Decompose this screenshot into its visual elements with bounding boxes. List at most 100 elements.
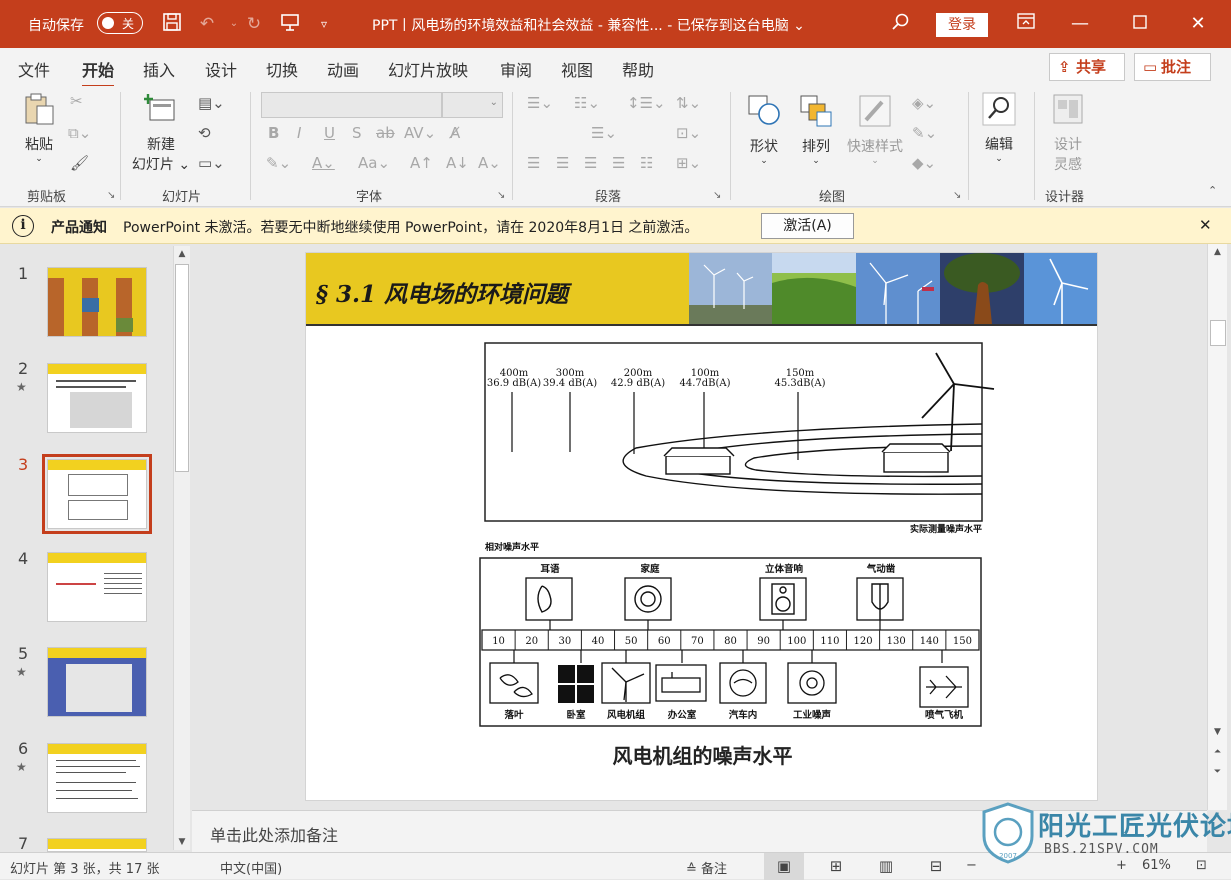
menu-review[interactable]: 审阅 bbox=[500, 57, 532, 81]
close-icon[interactable]: ✕ bbox=[1184, 10, 1212, 38]
shapes-button[interactable]: 形状 ⌄ bbox=[744, 94, 784, 166]
align-center-icon[interactable]: ☰ bbox=[556, 154, 569, 172]
reset-slide-icon[interactable]: ⟲ bbox=[198, 124, 211, 142]
menu-file[interactable]: 文件 bbox=[18, 57, 50, 81]
slide-thumbnail-4[interactable] bbox=[47, 552, 147, 622]
share-button[interactable]: ⇪ 共享 bbox=[1049, 53, 1125, 81]
menu-home[interactable]: 开始 bbox=[82, 57, 115, 88]
paragraph-launcher-icon[interactable]: ↘ bbox=[713, 190, 721, 201]
slide-canvas[interactable]: § 3.1 风电场的环境问题 400m 36.9 dB(A) 300m 39.4… bbox=[305, 252, 1098, 801]
save-icon[interactable] bbox=[160, 12, 184, 36]
previous-slide-icon[interactable]: ⏶ bbox=[1208, 744, 1227, 760]
scrollbar-thumb[interactable] bbox=[175, 264, 189, 472]
menu-view[interactable]: 视图 bbox=[561, 57, 593, 81]
underline-icon[interactable]: U bbox=[324, 124, 335, 142]
font-color-icon[interactable]: A⌄ bbox=[312, 154, 335, 172]
highlight-icon[interactable]: ✎⌄ bbox=[266, 154, 291, 172]
paste-button[interactable]: 粘贴 ⌄ bbox=[18, 92, 60, 164]
zoom-out-icon[interactable]: − bbox=[966, 858, 977, 873]
distribute-icon[interactable]: ☷ bbox=[640, 154, 653, 172]
shape-fill-icon[interactable]: ◈⌄ bbox=[912, 94, 936, 112]
redo-icon[interactable]: ↻ bbox=[242, 12, 266, 36]
shape-outline-icon[interactable]: ✎⌄ bbox=[912, 124, 937, 142]
ribbon-display-icon[interactable] bbox=[1012, 10, 1040, 38]
bullets-icon[interactable]: ☰⌄ bbox=[527, 94, 553, 112]
minimize-icon[interactable]: — bbox=[1066, 10, 1094, 38]
menu-insert[interactable]: 插入 bbox=[143, 57, 175, 81]
align-left-icon[interactable]: ☰ bbox=[527, 154, 540, 172]
scrollbar-thumb[interactable] bbox=[1210, 320, 1226, 346]
normal-view-icon[interactable]: ▣ bbox=[764, 853, 804, 880]
present-icon[interactable] bbox=[278, 12, 302, 36]
scroll-down-icon[interactable]: ▼ bbox=[174, 834, 190, 850]
scroll-up-icon[interactable]: ▲ bbox=[1208, 244, 1227, 260]
bold-icon[interactable]: B bbox=[268, 124, 279, 142]
text-direction-icon[interactable]: ⇅⌄ bbox=[676, 94, 701, 112]
reading-view-icon[interactable]: ▥ bbox=[866, 853, 906, 880]
slide-title[interactable]: § 3.1 风电场的环境问题 bbox=[316, 275, 568, 309]
drawing-launcher-icon[interactable]: ↘ bbox=[953, 190, 961, 201]
strikethrough-icon[interactable]: ab bbox=[376, 124, 395, 142]
quick-styles-button[interactable]: 快速样式 ⌄ bbox=[844, 94, 906, 166]
shape-effects-icon[interactable]: ◆⌄ bbox=[912, 154, 936, 172]
layout-icon[interactable]: ▤⌄ bbox=[198, 94, 225, 112]
notes-toggle[interactable]: ≙ 备注 bbox=[686, 858, 727, 877]
slideshow-icon[interactable]: ⊟ bbox=[916, 853, 956, 880]
align-text-icon[interactable]: ⊡⌄ bbox=[676, 124, 701, 142]
shrink-font-icon[interactable]: A↓ bbox=[446, 154, 469, 172]
language-indicator[interactable]: 中文(中国) bbox=[220, 858, 282, 877]
menu-animations[interactable]: 动画 bbox=[327, 57, 359, 81]
clear-format-icon[interactable]: A̸ bbox=[450, 124, 460, 142]
scroll-down-icon[interactable]: ▼ bbox=[1208, 724, 1227, 740]
login-button[interactable]: 登录 bbox=[936, 13, 988, 37]
new-slide-button[interactable]: 新建 幻灯片 ⌄ bbox=[130, 92, 192, 174]
maximize-icon[interactable] bbox=[1126, 10, 1154, 38]
char-spacing-icon[interactable]: AV⌄ bbox=[404, 124, 436, 142]
line-spacing-icon[interactable]: ↕☰⌄ bbox=[627, 94, 666, 112]
customize-toolbar-icon[interactable]: ▿ bbox=[312, 12, 336, 36]
cut-icon[interactable]: ✂ bbox=[70, 92, 83, 110]
slide-sorter-icon[interactable]: ⊞ bbox=[816, 853, 856, 880]
search-icon[interactable] bbox=[889, 12, 913, 36]
autosave-toggle[interactable]: 关 bbox=[97, 12, 143, 34]
slide-thumbnail-3[interactable] bbox=[42, 454, 152, 534]
clipboard-launcher-icon[interactable]: ↘ bbox=[107, 190, 115, 201]
close-notice-icon[interactable]: ✕ bbox=[1199, 216, 1212, 234]
slide-thumbnail-6[interactable] bbox=[47, 743, 147, 813]
thumbnail-scrollbar[interactable]: ▲ ▼ bbox=[173, 246, 190, 850]
text-effects-icon[interactable]: A⌄ bbox=[478, 154, 501, 172]
comment-button[interactable]: ▭ 批注 bbox=[1134, 53, 1211, 81]
menu-slideshow[interactable]: 幻灯片放映 bbox=[388, 57, 468, 81]
activate-button[interactable]: 激活(A) bbox=[761, 213, 854, 239]
align-right-icon[interactable]: ☰ bbox=[584, 154, 597, 172]
copy-icon[interactable]: ⧉⌄ bbox=[68, 124, 91, 142]
slide-thumbnail-7[interactable] bbox=[47, 838, 147, 852]
menu-help[interactable]: 帮助 bbox=[622, 57, 654, 81]
arrange-button[interactable]: 排列 ⌄ bbox=[796, 94, 836, 166]
font-size-combo[interactable]: ⌄ bbox=[442, 92, 503, 118]
grow-font-icon[interactable]: A↑ bbox=[410, 154, 433, 172]
smartart-icon[interactable]: ⊞⌄ bbox=[676, 154, 701, 172]
change-case-icon[interactable]: Aa⌄ bbox=[358, 154, 390, 172]
scroll-up-icon[interactable]: ▲ bbox=[174, 246, 190, 262]
slide-thumbnail-5[interactable] bbox=[47, 647, 147, 717]
next-slide-icon[interactable]: ⏷ bbox=[1208, 764, 1227, 780]
design-ideas-button[interactable]: 设计 灵感 bbox=[1044, 92, 1092, 174]
section-icon[interactable]: ▭⌄ bbox=[198, 154, 225, 172]
slide-scrollbar[interactable]: ▲ ▼ ⏶ ⏷ bbox=[1207, 244, 1227, 810]
format-painter-icon[interactable]: 🖌 bbox=[70, 154, 89, 172]
undo-icon[interactable]: ↶ bbox=[195, 12, 219, 36]
font-name-combo[interactable] bbox=[261, 92, 442, 118]
columns-icon[interactable]: ☰⌄ bbox=[591, 124, 617, 142]
numbering-icon[interactable]: ☷⌄ bbox=[574, 94, 600, 112]
document-title[interactable]: PPT丨风电场的环境效益和社会效益 - 兼容性... - 已保存到这台电脑 ⌄ bbox=[372, 15, 805, 35]
justify-icon[interactable]: ☰ bbox=[612, 154, 625, 172]
menu-transitions[interactable]: 切换 bbox=[266, 57, 298, 81]
slide-thumbnail-1[interactable] bbox=[47, 267, 147, 337]
menu-design[interactable]: 设计 bbox=[205, 57, 237, 81]
font-launcher-icon[interactable]: ↘ bbox=[497, 190, 505, 201]
italic-icon[interactable]: I bbox=[297, 124, 301, 142]
collapse-ribbon-icon[interactable]: ⌃ bbox=[1208, 184, 1217, 197]
editing-button[interactable]: 编辑 ⌄ bbox=[978, 92, 1020, 164]
shadow-icon[interactable]: S bbox=[352, 124, 362, 142]
